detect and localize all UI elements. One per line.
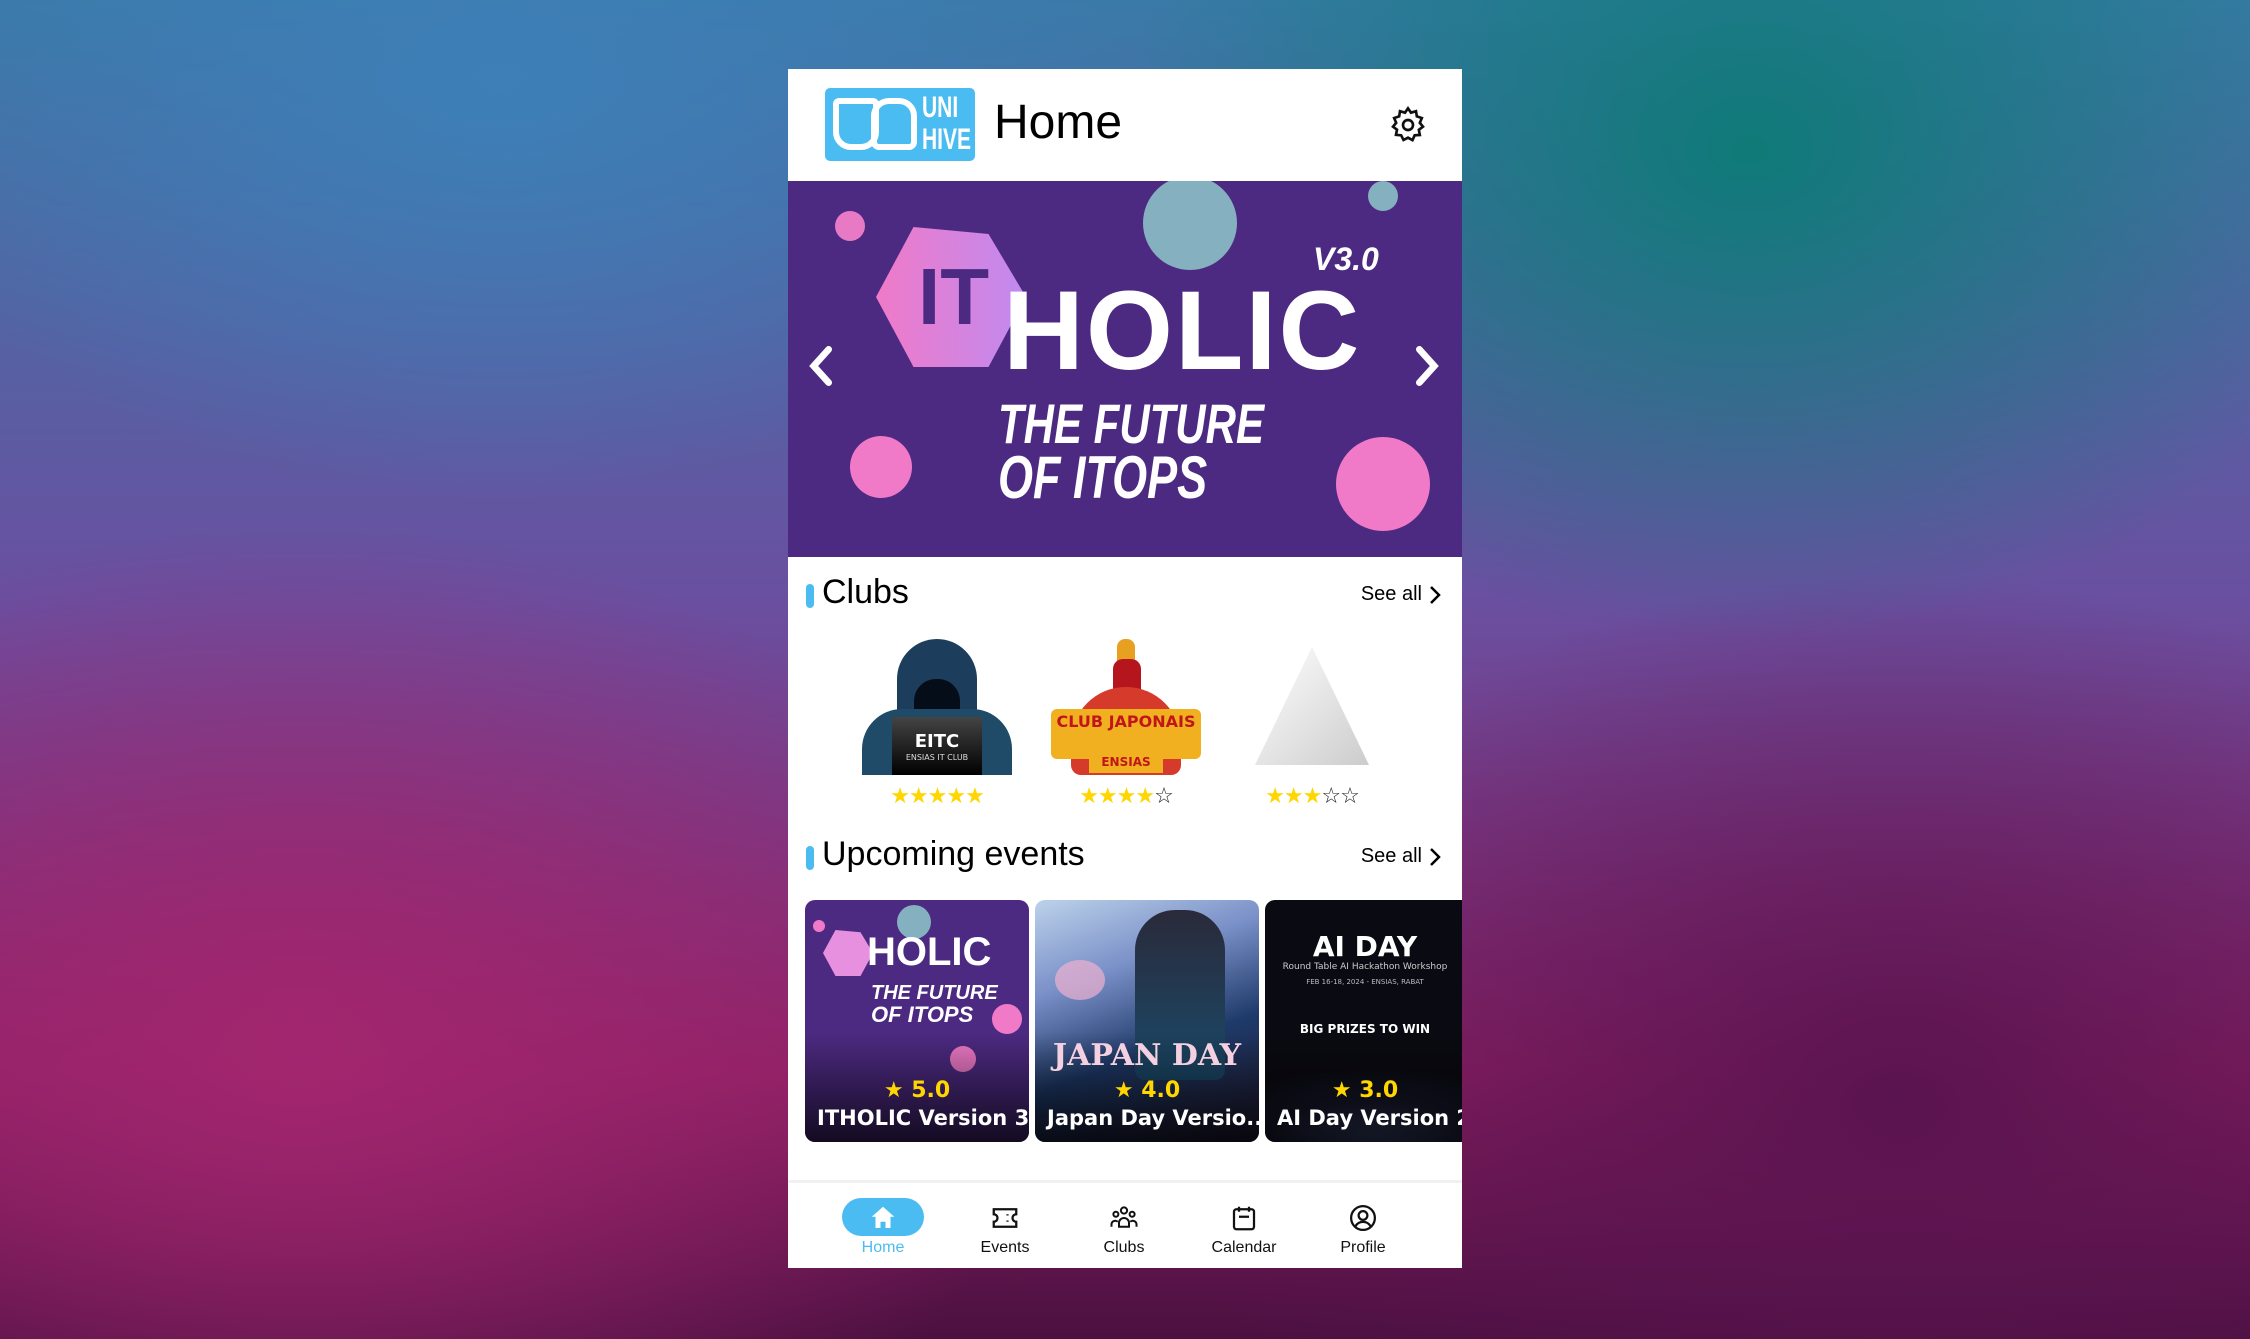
nav-label: Profile	[1340, 1239, 1386, 1256]
event-card-itholic[interactable]: HOLIC THE FUTURE OF ITOPS ★ 5.0 ITHOLIC …	[805, 900, 1029, 1142]
calendar-icon	[1232, 1206, 1256, 1231]
app-header: UNI HIVE Home	[788, 69, 1462, 181]
events-section-header: Upcoming events See all	[788, 833, 1462, 883]
eitc-laptop-subtitle: ENSIAS IT CLUB	[905, 753, 969, 762]
nav-label: Calendar	[1211, 1239, 1277, 1256]
clubs-section-header: Clubs See all	[788, 571, 1462, 621]
banner-line2: OF ITOPS	[998, 444, 1208, 511]
event-card-japan-day[interactable]: JAPAN DAY ★ 4.0 Japan Day Versio...	[1035, 900, 1259, 1142]
nav-profile[interactable]: Profile	[1313, 1193, 1413, 1263]
section-accent-bar	[806, 846, 814, 870]
event-line2: OF ITOPS	[871, 1002, 974, 1027]
users-icon	[1110, 1206, 1138, 1228]
chevron-right-icon	[1430, 847, 1441, 866]
club-japonais-text: CLUB JAPONAIS	[1051, 709, 1201, 759]
club-item-eitc[interactable]: EITC ENSIAS IT CLUB ★★★★★	[852, 639, 1022, 809]
nav-clubs[interactable]: Clubs	[1074, 1193, 1174, 1263]
event-rating: ★ 3.0	[1331, 1078, 1399, 1103]
chevron-right-icon[interactable]	[1406, 341, 1446, 391]
eitc-laptop-text: EITC	[914, 731, 960, 752]
unihive-logo: UNI HIVE	[825, 88, 975, 161]
see-all-label: See all	[1360, 583, 1422, 605]
see-all-label: See all	[1360, 845, 1422, 867]
hero-carousel[interactable]: IT HOLIC V3.0 THE FUTURE OF ITOPS	[788, 181, 1462, 557]
club-japonais-subtitle: ENSIAS	[1089, 755, 1163, 773]
nav-label: Clubs	[1103, 1239, 1145, 1256]
club-rating-stars: ★★★★★	[890, 784, 985, 809]
logo-text: UNI HIVE	[922, 91, 972, 156]
event-name: Japan Day Versio...	[1047, 1106, 1259, 1130]
nav-events[interactable]: Events	[955, 1193, 1055, 1263]
event-name: AI Day Version 2:...	[1277, 1106, 1462, 1130]
ai-day-poster-sub: Round Table AI Hackathon Workshop	[1282, 962, 1448, 972]
nav-label: Home	[861, 1239, 905, 1256]
events-title: Upcoming events	[822, 835, 1085, 873]
event-rating: ★ 4.0	[1113, 1078, 1181, 1103]
section-accent-bar	[806, 584, 814, 608]
banner-it-text: IT	[918, 252, 990, 341]
banner-holic-text: HOLIC	[1003, 268, 1362, 393]
clubs-see-all-link[interactable]: See all	[1361, 583, 1442, 606]
chevron-left-icon[interactable]	[802, 341, 842, 391]
bottom-navigation: Home Events Clubs Calendar Profile	[788, 1180, 1462, 1268]
club-triangle-logo	[1237, 639, 1387, 775]
banner-version: V3.0	[1313, 241, 1379, 277]
club-japonais-logo: CLUB JAPONAIS ENSIAS	[1051, 639, 1201, 775]
clubs-title: Clubs	[822, 573, 909, 611]
profile-icon	[1350, 1205, 1376, 1231]
nav-label: Events	[980, 1239, 1030, 1256]
phone-screen: UNI HIVE Home IT HOLIC V3.0 THE FUTURE O…	[788, 69, 1462, 1268]
eitc-laptop: EITC ENSIAS IT CLUB	[892, 717, 982, 775]
club-item-3[interactable]: ★★★☆☆	[1227, 639, 1397, 809]
page-title: Home	[994, 96, 1123, 149]
home-icon	[871, 1206, 895, 1228]
ticket-icon	[992, 1208, 1018, 1228]
nav-home[interactable]: Home	[833, 1193, 933, 1263]
japan-day-poster-text: JAPAN DAY	[1052, 1038, 1242, 1073]
events-see-all-link[interactable]: See all	[1361, 845, 1442, 868]
chevron-right-icon	[1430, 585, 1441, 604]
club-rating-stars: ★★★★☆	[1079, 784, 1174, 809]
nav-calendar[interactable]: Calendar	[1194, 1193, 1294, 1263]
event-holic-text: HOLIC	[867, 930, 992, 974]
eitc-logo: EITC ENSIAS IT CLUB	[862, 639, 1012, 775]
event-card-ai-day[interactable]: AI DAY Round Table AI Hackathon Workshop…	[1265, 900, 1462, 1142]
ai-day-poster-title: AI DAY	[1312, 930, 1418, 963]
ai-day-poster-date: FEB 16-18, 2024 - ENSIAS, RABAT	[1306, 978, 1424, 986]
club-item-japonais[interactable]: CLUB JAPONAIS ENSIAS ★★★★☆	[1041, 639, 1211, 809]
gear-icon[interactable]	[1388, 105, 1428, 145]
event-rating: ★ 5.0	[883, 1078, 951, 1103]
event-name: ITHOLIC Version 3...	[817, 1106, 1029, 1130]
club-rating-stars: ★★★☆☆	[1265, 784, 1360, 809]
